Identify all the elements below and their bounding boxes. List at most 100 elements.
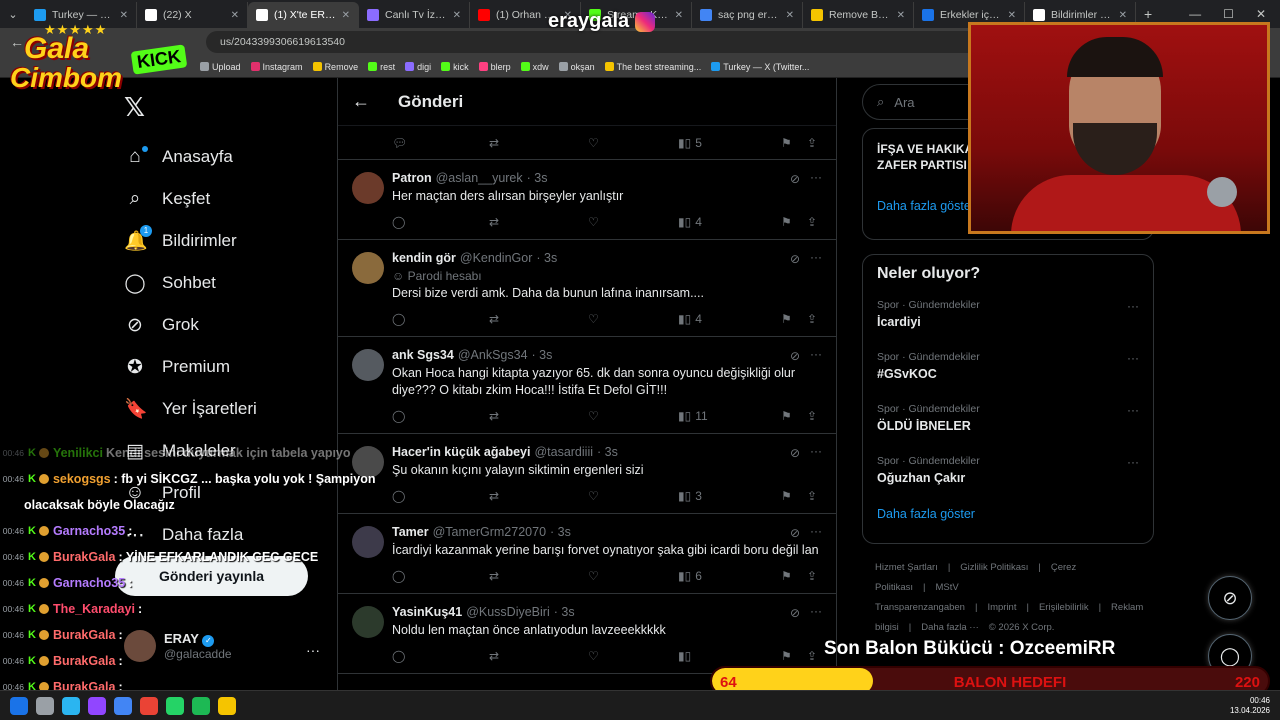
share-icon[interactable]: ⇪ <box>807 409 817 423</box>
tab-close-icon[interactable]: ✕ <box>231 10 239 21</box>
more-options-icon[interactable]: ··· <box>810 524 822 538</box>
share-icon[interactable]: ⇪ <box>807 569 817 583</box>
retweet-icon[interactable]: ⇄ <box>489 312 588 326</box>
bookmark-item[interactable]: Instagram <box>250 62 303 72</box>
bookmark-item[interactable]: xdw <box>520 62 549 72</box>
tab[interactable]: (22) X ✕ <box>137 2 248 28</box>
tweet[interactable]: kendin gör @KendinGor · 3s ☺ Parodi hesabı D… <box>338 240 836 337</box>
trend-item[interactable]: Spor · Gündemdekiler Oğuzhan Çakır ··· <box>877 455 1139 507</box>
avatar[interactable] <box>352 349 384 381</box>
like-icon[interactable]: ♡ <box>588 312 678 326</box>
more-options-icon[interactable]: ··· <box>810 250 822 264</box>
trend-item[interactable]: Spor · Gündemdekiler İcardiyi ··· <box>877 299 1139 351</box>
bookmark-item[interactable]: digi <box>405 62 431 72</box>
reply-icon[interactable]: ◯ <box>392 569 489 583</box>
tab-close-icon[interactable]: ✕ <box>342 10 350 21</box>
tab[interactable]: saç png erkek - G ✕ <box>692 2 803 28</box>
like-icon[interactable]: ♡ <box>588 489 678 503</box>
nav-item-ke-fet[interactable]: ⌕ Keşfet <box>124 178 257 220</box>
author-handle[interactable]: @KendinGor <box>460 251 532 265</box>
bookmark-icon[interactable]: ⚑ <box>781 489 807 503</box>
grok-icon[interactable]: ⊘ <box>790 526 800 540</box>
retweet-icon[interactable]: ⇄ <box>489 215 588 229</box>
nav-item-sohbet[interactable]: ◯ Sohbet <box>124 262 257 304</box>
more-options-icon[interactable]: ··· <box>810 604 822 618</box>
reply-icon[interactable]: ◯ <box>392 409 489 423</box>
retweet-icon[interactable]: ⇄ <box>489 569 588 583</box>
trend-more-icon[interactable]: ··· <box>1127 351 1139 365</box>
reply-icon[interactable]: 💬︎ <box>392 136 489 150</box>
author-name[interactable]: YasinKuş41 <box>392 605 462 619</box>
avatar[interactable] <box>352 252 384 284</box>
nav-item-yer-i-aretleri[interactable]: 🔖 Yer İşaretleri <box>124 388 257 430</box>
url-field[interactable]: us/2043399306619613540 <box>206 31 986 53</box>
bookmark-icon[interactable]: ⚑ <box>781 569 807 583</box>
views-icon[interactable]: ▮▯ <box>678 649 781 663</box>
reply-icon[interactable]: ◯ <box>392 489 489 503</box>
grok-icon[interactable]: ⊘ <box>790 606 800 620</box>
author-name[interactable]: ank Sgs34 <box>392 348 454 362</box>
tab-close-icon[interactable]: ✕ <box>1119 10 1127 21</box>
author-handle[interactable]: @KussDiyeBiri <box>466 605 550 619</box>
bookmark-item[interactable]: Upload <box>200 62 241 72</box>
tab-close-icon[interactable]: ✕ <box>1008 10 1016 21</box>
chrome-icon[interactable] <box>114 696 132 715</box>
trend-item[interactable]: Spor · Gündemdekiler ÖLDÜ İBNELER ··· <box>877 403 1139 455</box>
tweet-time[interactable]: · 3s <box>597 445 618 459</box>
author-handle[interactable]: @AnkSgs34 <box>458 348 528 362</box>
author-name[interactable]: Hacer'in küçük ağabeyi <box>392 445 530 459</box>
bookmark-icon[interactable]: ⚑ <box>781 409 807 423</box>
tweet-time[interactable]: · 3s <box>536 251 557 265</box>
like-icon[interactable]: ♡ <box>588 649 678 663</box>
share-icon[interactable]: ⇪ <box>807 136 817 150</box>
tab-close-icon[interactable]: ✕ <box>453 10 461 21</box>
tab[interactable]: (1) X'te ERAY: "DE ✕ <box>248 2 359 28</box>
tweet[interactable]: Patron @aslan__yurek · 3s Her maçtan ders a… <box>338 160 836 240</box>
more-options-icon[interactable]: ··· <box>810 347 822 361</box>
x-logo-icon[interactable]: 𝕏 <box>124 92 145 123</box>
footer-link[interactable]: Gizlilik Politikası <box>960 562 1028 573</box>
back-arrow-icon[interactable]: ← <box>352 91 370 112</box>
bookmark-item[interactable]: rest <box>368 62 395 72</box>
bookmark-icon[interactable]: ⚑ <box>781 136 807 150</box>
whatsapp-icon[interactable] <box>166 696 184 715</box>
bookmark-item[interactable]: Remove <box>312 62 358 72</box>
tab-close-icon[interactable]: ✕ <box>675 10 683 21</box>
views-icon[interactable]: ▮▯ 6 <box>678 569 781 583</box>
share-icon[interactable]: ⇪ <box>807 312 817 326</box>
tweet-time[interactable]: · 3s <box>554 605 575 619</box>
bookmark-icon[interactable]: ⚑ <box>781 215 807 229</box>
windows-icon[interactable] <box>10 696 28 715</box>
views-icon[interactable]: ▮▯ 3 <box>678 489 781 503</box>
footer-link[interactable]: Imprint <box>987 602 1016 613</box>
avatar[interactable] <box>352 172 384 204</box>
bookmark-item[interactable]: The best streaming... <box>604 62 701 72</box>
grok-icon[interactable]: ⊘ <box>790 349 800 363</box>
bookmark-item[interactable]: Turkey — X (Twitter... <box>711 62 809 72</box>
tab[interactable]: Canlı Tv İzle - Digi ✕ <box>359 2 470 28</box>
tab-close-icon[interactable]: ✕ <box>786 10 794 21</box>
trend-more-icon[interactable]: ··· <box>1127 455 1139 469</box>
share-icon[interactable]: ⇪ <box>807 215 817 229</box>
reply-icon[interactable]: ◯ <box>392 649 489 663</box>
like-icon[interactable]: ♡ <box>588 569 678 583</box>
grok-icon[interactable]: ⊘ <box>790 252 800 266</box>
bookmark-item[interactable]: okşan <box>558 62 595 72</box>
author-handle[interactable]: @tasardiiii <box>534 445 593 459</box>
tab-close-icon[interactable]: ✕ <box>897 10 905 21</box>
tweet-time[interactable]: · 3s <box>532 348 553 362</box>
tab-close-icon[interactable]: ✕ <box>120 10 128 21</box>
bookmark-icon[interactable]: ⚑ <box>781 312 807 326</box>
author-name[interactable]: Patron <box>392 171 432 185</box>
views-icon[interactable]: ▮▯ 5 <box>678 136 781 150</box>
footer-link[interactable]: © 2026 X Corp. <box>989 622 1055 633</box>
minimize-icon[interactable]: — <box>1189 7 1201 21</box>
author-handle[interactable]: @aslan__yurek <box>436 171 523 185</box>
share-icon[interactable]: ⇪ <box>807 489 817 503</box>
views-icon[interactable]: ▮▯ 4 <box>678 312 781 326</box>
author-name[interactable]: kendin gör <box>392 251 456 265</box>
tweet[interactable]: Tamer @TamerGrm272070 · 3s İcardiyi kazanma… <box>338 514 836 594</box>
retweet-icon[interactable]: ⇄ <box>489 649 588 663</box>
more-options-icon[interactable]: ··· <box>810 170 822 184</box>
tweet[interactable]: Hacer'in küçük ağabeyi @tasardiiii · 3s Şu … <box>338 434 836 514</box>
